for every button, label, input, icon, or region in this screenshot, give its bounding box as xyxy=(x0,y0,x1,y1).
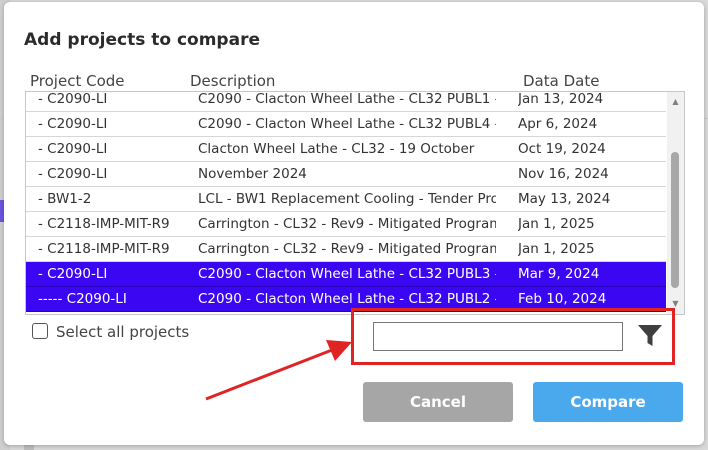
project-code-cell: - C2118-IMP-MIT-R9 xyxy=(38,241,170,257)
annotation-highlight-box xyxy=(351,308,675,365)
data-date-cell: Nov 16, 2024 xyxy=(518,166,609,182)
description-cell: LCL - BW1 Replacement Cooling - Tender P… xyxy=(198,191,496,207)
data-date-cell: Feb 10, 2024 xyxy=(518,291,607,307)
project-row[interactable]: - C2090-LI C2090 - Clacton Wheel Lathe - … xyxy=(26,262,666,287)
description-cell: Clacton Wheel Lathe - CL32 - 19 October xyxy=(198,141,475,157)
data-date-cell: Jan 1, 2025 xyxy=(518,216,595,232)
list-scrollbar[interactable]: ▲ ▼ xyxy=(667,92,684,314)
project-row[interactable]: - C2090-LI Clacton Wheel Lathe - CL32 - 1… xyxy=(26,137,666,162)
column-header-data-date: Data Date xyxy=(523,72,600,90)
compare-button[interactable]: Compare xyxy=(533,382,683,422)
add-projects-dialog: Add projects to compare Project Code Des… xyxy=(4,2,704,445)
data-date-cell: Jan 13, 2024 xyxy=(518,91,604,107)
project-code-cell: - C2090-LI xyxy=(38,166,108,182)
data-date-cell: Oct 19, 2024 xyxy=(518,141,606,157)
description-cell: C2090 - Clacton Wheel Lathe - CL32 PUBL2… xyxy=(198,291,496,307)
column-header-project-code: Project Code xyxy=(30,72,125,90)
project-row[interactable]: - BW1-2 LCL - BW1 Replacement Cooling - T… xyxy=(26,187,666,212)
project-row[interactable]: - C2090-LI C2090 - Clacton Wheel Lathe - … xyxy=(26,91,666,112)
project-code-cell: - C2090-LI xyxy=(38,266,108,282)
project-code-cell: - BW1-2 xyxy=(38,191,92,207)
project-row[interactable]: - C2118-IMP-MIT-R9 Carrington - CL32 - Re… xyxy=(26,212,666,237)
column-header-description: Description xyxy=(190,72,276,90)
project-code-cell: - C2090-LI xyxy=(38,141,108,157)
data-date-cell: Jan 1, 2025 xyxy=(518,241,595,257)
description-cell: November 2024 xyxy=(198,166,307,182)
dialog-title: Add projects to compare xyxy=(24,30,260,50)
project-code-cell: - C2090-LI xyxy=(38,91,108,107)
project-row[interactable]: - C2090-LI C2090 - Clacton Wheel Lathe - … xyxy=(26,112,666,137)
select-all-label: Select all projects xyxy=(56,323,190,341)
project-code-cell: ----- C2090-LI xyxy=(38,291,127,307)
project-code-cell: - C2118-IMP-MIT-R9 xyxy=(38,216,170,232)
project-code-cell: - C2090-LI xyxy=(38,116,108,132)
cancel-button[interactable]: Cancel xyxy=(363,382,513,422)
data-date-cell: Mar 9, 2024 xyxy=(518,266,600,282)
description-cell: C2090 - Clacton Wheel Lathe - CL32 PUBL1… xyxy=(198,91,496,107)
scroll-up-icon[interactable]: ▲ xyxy=(667,95,684,109)
description-cell: C2090 - Clacton Wheel Lathe - CL32 PUBL3… xyxy=(198,266,496,282)
description-cell: C2090 - Clacton Wheel Lathe - CL32 PUBL4… xyxy=(198,116,496,132)
select-all-checkbox[interactable] xyxy=(32,323,48,339)
project-row[interactable]: - C2118-IMP-MIT-R9 Carrington - CL32 - Re… xyxy=(26,237,666,262)
project-row[interactable]: - C2090-LI November 2024 Nov 16, 2024 xyxy=(26,162,666,187)
project-list[interactable]: - C2090-LI C2090 - Clacton Wheel Lathe - … xyxy=(25,91,685,315)
scrollbar-thumb[interactable] xyxy=(671,152,679,288)
data-date-cell: May 13, 2024 xyxy=(518,191,611,207)
description-cell: Carrington - CL32 - Rev9 - Mitigated Pro… xyxy=(198,216,496,232)
description-cell: Carrington - CL32 - Rev9 - Mitigated Pro… xyxy=(198,241,496,257)
data-date-cell: Apr 6, 2024 xyxy=(518,116,598,132)
